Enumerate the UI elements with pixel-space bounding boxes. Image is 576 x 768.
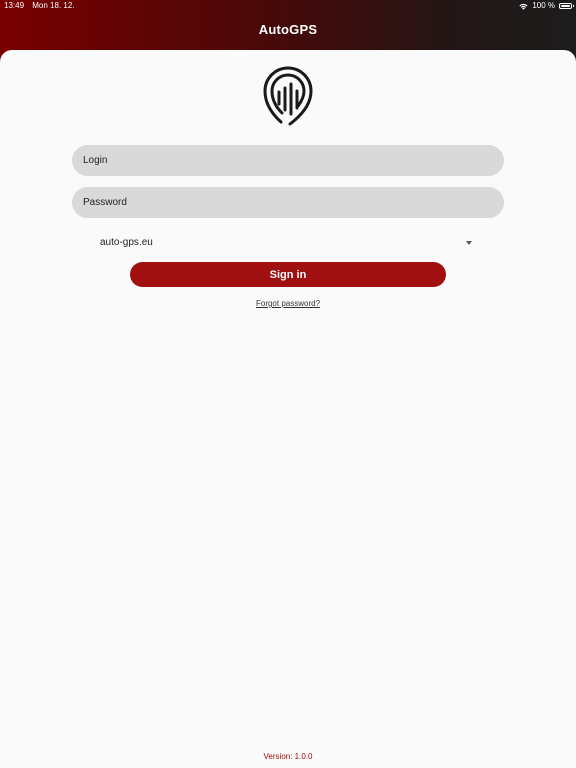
app-title: AutoGPS [258, 22, 318, 37]
server-select[interactable]: auto-gps.eu [100, 236, 472, 250]
sign-in-button[interactable]: Sign in [130, 262, 446, 287]
wifi-icon [519, 3, 528, 10]
status-right: 100 % [519, 0, 574, 12]
login-input[interactable] [72, 145, 504, 176]
forgot-password-link[interactable]: Forgot password? [256, 299, 320, 308]
login-sheet: auto-gps.eu Sign in Forgot password? Ver… [0, 50, 576, 768]
status-bar: 13:49 Mon 18. 12. 100 % [0, 0, 576, 14]
battery-icon [559, 3, 574, 9]
status-left: 13:49 Mon 18. 12. [4, 0, 81, 12]
status-time: 13:49 [4, 1, 25, 10]
battery-fill [561, 5, 570, 7]
dropdown-arrow-icon [466, 241, 472, 245]
status-date: Mon 18. 12. [32, 1, 75, 10]
battery-percent: 100 % [532, 1, 555, 10]
password-input[interactable] [72, 187, 504, 218]
forgot-password-row: Forgot password? [0, 299, 576, 308]
server-select-value: auto-gps.eu [100, 237, 153, 248]
version-label: Version: 1.0.0 [263, 752, 313, 761]
location-pin-signal-icon [263, 66, 313, 126]
